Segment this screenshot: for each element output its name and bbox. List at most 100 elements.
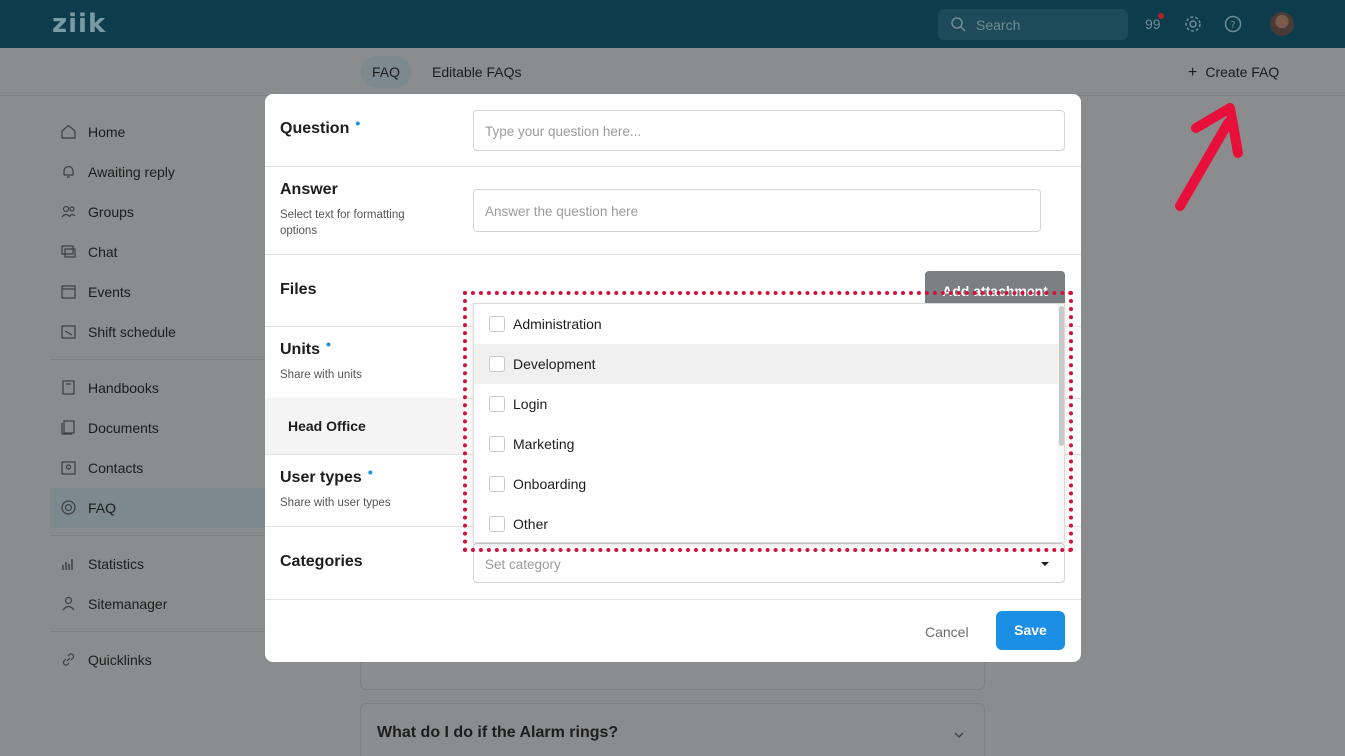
app-logo[interactable]: ziik <box>52 9 106 39</box>
categories-label: Categories <box>280 553 363 570</box>
sidebar-item-handbooks[interactable]: Handbooks <box>50 368 265 408</box>
scrollbar-thumb[interactable] <box>1059 306 1064 446</box>
unit-value: Head Office <box>288 418 366 434</box>
add-attachment-button[interactable]: Add attachment <box>925 271 1065 307</box>
schedule-icon <box>61 325 76 339</box>
sub-header <box>0 48 1345 96</box>
sidebar-item-quicklinks[interactable]: Quicklinks <box>50 640 265 680</box>
svg-text:?: ? <box>1230 20 1235 31</box>
sidebar-item-awaiting-reply[interactable]: Awaiting reply <box>50 152 265 192</box>
user-types-label: User types • <box>280 464 373 486</box>
sidebar-item-label: Handbooks <box>88 380 159 396</box>
checkbox[interactable] <box>489 476 505 492</box>
checkbox[interactable] <box>489 356 505 372</box>
sidebar-item-documents[interactable]: Documents <box>50 408 265 448</box>
sitemanager-icon <box>62 596 75 611</box>
sidebar-item-chat[interactable]: Chat <box>50 232 265 272</box>
required-dot-icon: • <box>367 464 373 480</box>
category-option-administration[interactable]: Administration <box>474 304 1058 344</box>
sidebar-item-label: Home <box>88 124 126 140</box>
annotation-arrow-icon <box>1175 103 1243 211</box>
faq-card[interactable]: What do I do if the Alarm rings? <box>360 703 985 756</box>
category-option-login[interactable]: Login <box>474 384 1058 424</box>
sidebar-item-groups[interactable]: Groups <box>50 192 265 232</box>
tab-faq[interactable]: FAQ <box>361 56 412 88</box>
sidebar-item-sitemanager[interactable]: Sitemanager <box>50 584 265 624</box>
sidebar-item-home[interactable]: Home <box>50 112 265 152</box>
faq-question: What do I do if the Alarm rings? <box>377 724 619 741</box>
calendar-icon <box>61 285 76 299</box>
statistics-icon <box>62 559 73 570</box>
category-option-onboarding[interactable]: Onboarding <box>474 464 1058 504</box>
documents-icon <box>61 420 75 435</box>
plus-icon: + <box>1188 64 1198 81</box>
question-label: Question • <box>280 115 361 137</box>
option-label: Marketing <box>513 436 575 452</box>
save-button[interactable]: Save <box>996 611 1065 650</box>
question-row: Question • Type your question here... <box>265 94 1081 167</box>
notification-dot <box>1158 13 1164 19</box>
top-bar: ziik Search 99 ? <box>0 0 1345 48</box>
create-faq-label: Create FAQ <box>1205 64 1280 80</box>
category-option-marketing[interactable]: Marketing <box>474 424 1058 464</box>
search-box[interactable]: Search <box>938 9 1128 40</box>
answer-row: Answer Select text for formatting option… <box>265 167 1081 255</box>
category-option-development[interactable]: Development <box>474 344 1058 384</box>
units-hint: Share with units <box>280 369 362 381</box>
sidebar-item-label: Quicklinks <box>88 652 152 668</box>
checkbox[interactable] <box>489 516 505 532</box>
sidebar-divider <box>50 535 265 536</box>
option-label: Login <box>513 396 548 412</box>
caret-down-icon <box>1041 562 1049 566</box>
sidebar-item-label: Contacts <box>88 460 144 476</box>
required-dot-icon: • <box>326 336 331 352</box>
sidebar-item-events[interactable]: Events <box>50 272 265 312</box>
create-faq-button[interactable]: + Create FAQ <box>1188 64 1279 82</box>
sidebar-item-label: Documents <box>88 420 159 436</box>
required-dot-icon: • <box>355 115 361 131</box>
search-icon <box>951 17 966 32</box>
option-label: Other <box>513 516 549 532</box>
question-placeholder: Type your question here... <box>485 124 642 139</box>
option-label: Development <box>513 356 596 372</box>
sidebar-divider <box>50 631 265 632</box>
sidebar-item-label: Awaiting reply <box>88 164 175 180</box>
checkbox[interactable] <box>489 396 505 412</box>
book-icon <box>62 380 75 395</box>
chevron-down-icon <box>954 732 964 738</box>
search-placeholder: Search <box>976 17 1021 33</box>
answer-placeholder: Answer the question here <box>485 204 639 219</box>
bell-icon <box>63 165 74 178</box>
sidebar-item-label: Statistics <box>88 556 145 572</box>
checkbox[interactable] <box>489 316 505 332</box>
sidebar-item-label: Groups <box>88 204 134 220</box>
categories-select[interactable]: Set category <box>473 543 1065 583</box>
sidebar-item-faq[interactable]: FAQ <box>50 488 265 528</box>
cancel-button[interactable]: Cancel <box>925 624 969 640</box>
units-label: Units • <box>280 336 331 358</box>
category-option-other[interactable]: Other <box>474 504 1058 542</box>
sidebar-item-statistics[interactable]: Statistics <box>50 544 265 584</box>
gear-icon[interactable] <box>1184 15 1202 33</box>
checkbox[interactable] <box>489 436 505 452</box>
avatar[interactable] <box>1270 12 1294 36</box>
sidebar-item-label: Events <box>88 284 131 300</box>
sidebar-item-label: Shift schedule <box>88 324 176 340</box>
sidebar-item-label: Sitemanager <box>88 596 168 612</box>
sidebar-item-contacts[interactable]: Contacts <box>50 448 265 488</box>
answer-label: Answer <box>280 181 338 198</box>
answer-editor[interactable]: Answer the question here <box>473 189 1041 232</box>
sidebar-item-shift-schedule[interactable]: Shift schedule <box>50 312 265 352</box>
chat-icon <box>61 245 76 258</box>
sidebar-item-label: FAQ <box>88 500 117 516</box>
question-input[interactable]: Type your question here... <box>473 110 1065 151</box>
faq-icon <box>61 500 76 515</box>
sidebar-item-label: Chat <box>88 244 118 260</box>
files-label: Files <box>280 281 317 298</box>
tab-editable-faqs[interactable]: Editable FAQs <box>421 56 533 88</box>
help-icon[interactable]: ? <box>1224 15 1242 33</box>
option-label: Onboarding <box>513 476 587 492</box>
unit-chip-head-office[interactable]: Head Office <box>265 398 465 454</box>
answer-hint: Select text for formatting options <box>280 209 405 237</box>
home-icon <box>61 124 76 139</box>
